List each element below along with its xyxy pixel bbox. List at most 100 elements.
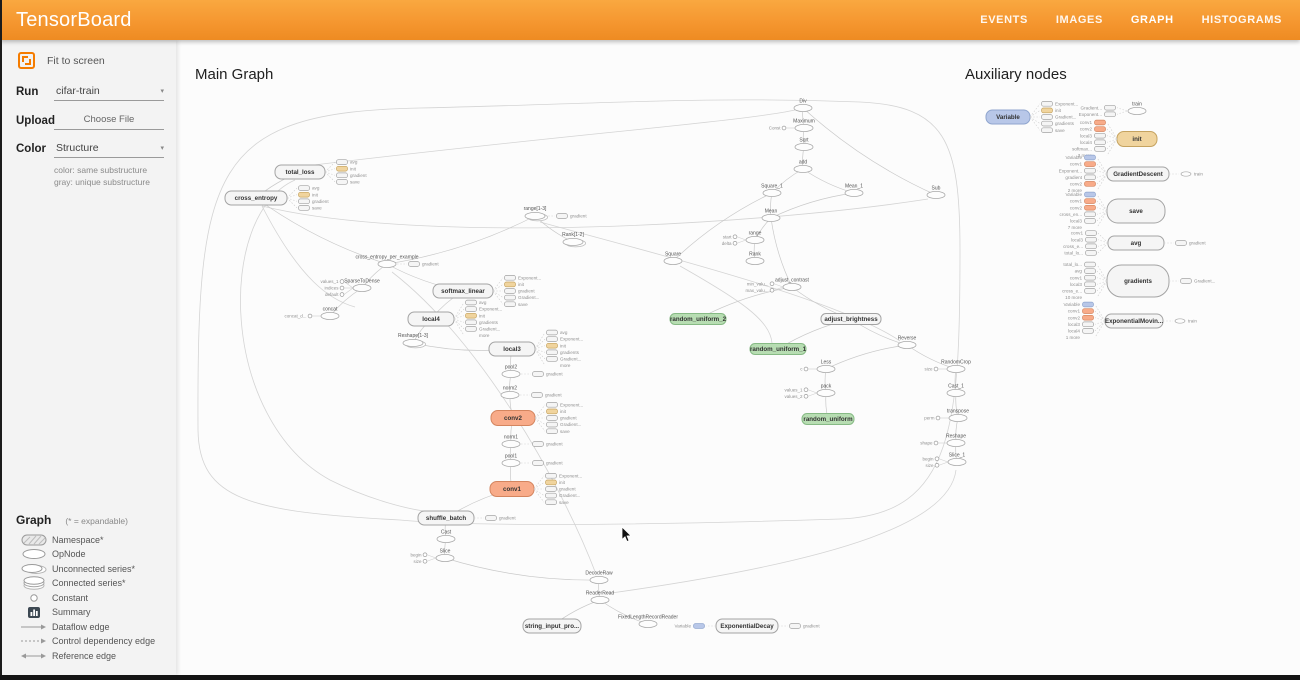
graph-node-ExponentialDecay[interactable]: ExponentialDecaygradientVariable (674, 619, 820, 633)
graph-node-Sub[interactable]: Sub (927, 186, 945, 199)
graph-node-Mean[interactable]: Mean (762, 209, 780, 222)
graph-node-shuffle_batch[interactable]: shuffle_batchgradient (418, 511, 516, 525)
svg-text:local4: local4 (1080, 140, 1092, 145)
graph-node-range13[interactable]: range[1-3]gradient (524, 206, 588, 221)
graph-node-norm2[interactable]: norm2gradient (501, 386, 562, 399)
graph-node-Less[interactable]: cLess (800, 360, 835, 373)
svg-text:gradient: gradient (1189, 241, 1206, 246)
svg-text:norm1: norm1 (504, 435, 518, 441)
graph-node-string_input_pro[interactable]: string_input_pro... (523, 619, 581, 633)
svg-text:total_lo...: total_lo... (1064, 251, 1083, 256)
graph-node-cross_entropy[interactable]: cross_entropyavginitgradientsave (225, 186, 329, 211)
svg-text:local3: local3 (503, 346, 521, 353)
svg-text:c: c (800, 367, 803, 372)
graph-node-add[interactable]: add (794, 160, 812, 173)
graph-node-Reverse[interactable]: Reverse (898, 336, 917, 349)
graph-node-norm1[interactable]: norm1 gradient (502, 435, 563, 448)
graph-node-concat[interactable]: concat_d...concat (284, 307, 339, 320)
svg-text:random_uniform: random_uniform (803, 416, 853, 423)
graph-node-total_loss[interactable]: total_lossavginitgradientsave (275, 160, 367, 185)
svg-text:concat_d...: concat_d... (284, 314, 306, 319)
graph-node-avg[interactable]: avggradientconv1local3cross_e...total_lo… (1063, 231, 1206, 256)
graph-node-ReaderRead[interactable]: ReaderRead (586, 591, 615, 604)
graph-node-Maximum[interactable]: ConstMaximum (769, 119, 815, 132)
svg-text:adjust_contrast: adjust_contrast (775, 278, 810, 284)
graph-node-Rank[interactable]: Rank (746, 252, 764, 265)
svg-text:add: add (799, 160, 808, 166)
svg-text:Variable: Variable (674, 624, 691, 629)
graph-node-pool1[interactable]: pool1gradient (502, 454, 563, 467)
svg-text:GradientDescent: GradientDescent (1113, 171, 1163, 178)
top-nav: EVENTS IMAGES GRAPH HISTOGRAMS (980, 14, 1300, 26)
graph-node-Square_1[interactable]: Square_1 (761, 184, 783, 197)
graph-node-FixedLengthRecordReader[interactable]: FixedLengthRecordReader (618, 615, 678, 628)
run-label: Run (16, 86, 54, 98)
nav-tab-events[interactable]: EVENTS (980, 14, 1028, 26)
graph-node-local3[interactable]: local3avgExponent...initgradientsGradien… (489, 330, 583, 368)
legend-item-reference-edge: Reference edge (16, 649, 176, 664)
graph-node-conv1[interactable]: conv1Exponent...initgradientGradient...s… (490, 473, 582, 504)
graph-node-softmax_linear[interactable]: softmax_linearExponent...initgradientGra… (433, 275, 541, 306)
graph-node-Slice_1[interactable]: beginsizeSlice_1 (922, 453, 966, 468)
graph-node-Reshape[interactable]: shapeReshape (920, 434, 966, 447)
graph-node-DecodeRaw[interactable]: DecodeRaw (585, 571, 613, 584)
graph-node-init[interactable]: initconv1conv2local3local4softmax...3 mo… (1072, 120, 1157, 158)
run-select[interactable]: cifar-train ▾ (54, 83, 164, 101)
graph-node-Reshape13[interactable]: Reshape[1-3] (398, 333, 429, 348)
reference-edge-icon (16, 652, 52, 660)
graph-node-Slice[interactable]: beginsizeSlice (410, 549, 454, 564)
fit-to-screen-button[interactable]: Fit to screen (2, 40, 176, 73)
graph-node-train[interactable]: trainGradient...Exponent... (1079, 102, 1146, 117)
chevron-down-icon: ▾ (160, 144, 164, 152)
svg-text:indices: indices (324, 286, 339, 291)
svg-text:gradients: gradients (560, 350, 580, 355)
legend-item-summary: Summary (16, 605, 176, 620)
graph-node-transpose[interactable]: permtranspose (924, 409, 969, 422)
svg-text:gradient: gradient (546, 442, 563, 447)
graph-node-pack[interactable]: values_1values_2pack (784, 384, 835, 399)
svg-text:gradients: gradients (1124, 278, 1152, 285)
choose-file-button[interactable]: Choose File (54, 111, 164, 130)
svg-text:softmax...: softmax... (1072, 147, 1092, 152)
graph-node-Square[interactable]: Square (664, 252, 682, 265)
graph-node-Sqrt[interactable]: Sqrt (795, 138, 813, 151)
svg-text:cross_en...: cross_en... (1060, 212, 1082, 217)
nav-tab-histograms[interactable]: HISTOGRAMS (1202, 14, 1282, 26)
graph-node-Mean_1[interactable]: Mean_1 (845, 184, 863, 197)
graph-node-save[interactable]: saveVariableconv1conv2cross_en...local37… (1060, 192, 1165, 230)
svg-text:softmax_linear: softmax_linear (441, 288, 485, 295)
top-app-bar: TensorBoard EVENTS IMAGES GRAPH HISTOGRA… (0, 0, 1300, 40)
graph-node-adjust_contrast[interactable]: min_valu...max_valu...adjust_contrast (745, 278, 809, 293)
opnode-icon (16, 548, 52, 560)
graph-node-Variable[interactable]: VariableExponent...initGradient...gradie… (986, 101, 1078, 132)
svg-text:conv1: conv1 (1070, 275, 1083, 280)
graph-node-random_uniform[interactable]: random_uniform (802, 414, 854, 425)
svg-text:avg: avg (312, 186, 320, 191)
graph-node-Cast_1[interactable]: Cast_1 (947, 384, 965, 397)
graph-node-ExponentialMovin[interactable]: ExponentialMovin...trainVariableconv1con… (1063, 302, 1197, 340)
graph-node-GradientDescent[interactable]: GradientDescenttrainVariableconv1Exponen… (1059, 155, 1204, 193)
svg-text:Variable: Variable (1065, 192, 1082, 197)
graph-node-random_uniform_2[interactable]: random_uniform_2 (670, 314, 727, 325)
graph-node-random_uniform_1[interactable]: random_uniform_1 (750, 344, 807, 355)
nav-tab-graph[interactable]: GRAPH (1131, 14, 1174, 26)
graph-node-adjust_brightness[interactable]: adjust_brightness (821, 314, 881, 325)
nav-tab-images[interactable]: IMAGES (1056, 14, 1103, 26)
svg-text:conv1: conv1 (1071, 231, 1084, 236)
sidebar: Fit to screen Run cifar-train ▾ Upload C… (2, 40, 176, 675)
graph-node-Rank12[interactable]: Rank[1-2] (562, 232, 585, 247)
graph-canvas[interactable]: total_lossavginitgradientsavecross_entro… (176, 40, 1300, 675)
svg-text:start: start (723, 234, 733, 239)
color-select[interactable]: Structure ▾ (54, 140, 164, 158)
graph-node-gradients[interactable]: gradientsGradient...total_lo...avgconv1l… (1062, 262, 1215, 300)
graph-node-pool2[interactable]: pool2gradient (502, 365, 563, 378)
svg-text:1 more: 1 more (1066, 335, 1081, 340)
graph-node-Cast[interactable]: Cast (437, 530, 455, 543)
graph-node-SparseToDense[interactable]: values_1indicesdefaultSparseToDense (320, 279, 380, 298)
graph-node-range[interactable]: startdeltarange (722, 231, 764, 246)
svg-text:conv2: conv2 (1070, 205, 1083, 210)
color-hint: color: same substructure gray: unique su… (54, 164, 176, 189)
svg-text:gradient: gradient (545, 393, 562, 398)
graph-node-conv2[interactable]: conv2Exponent...initgradientGradient...s… (491, 402, 583, 433)
svg-text:avg: avg (560, 330, 568, 335)
